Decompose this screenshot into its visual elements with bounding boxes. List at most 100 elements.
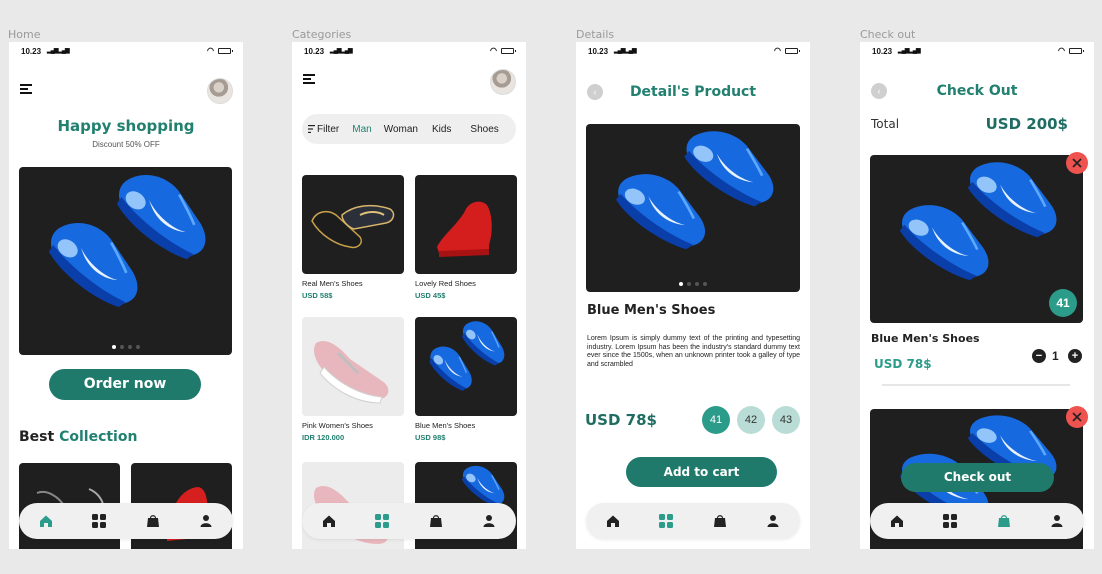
- product-card[interactable]: Lovely Red Shoes USD 45$: [415, 175, 517, 300]
- cart-item-price: USD 78$: [874, 357, 932, 371]
- blue-shoes-image: [36, 167, 225, 317]
- grid-icon[interactable]: [91, 513, 107, 529]
- avatar[interactable]: [207, 78, 233, 104]
- carousel-dots[interactable]: [111, 345, 140, 349]
- status-bar: 10.23 ▂▄▆ ▂▄▆ ◠: [860, 42, 1094, 60]
- remove-item-icon[interactable]: [1066, 406, 1088, 428]
- product-image: [302, 317, 404, 416]
- user-icon[interactable]: [765, 513, 781, 529]
- section-heading: Best Collection: [19, 429, 137, 445]
- remove-item-icon[interactable]: [1066, 152, 1088, 174]
- bag-icon[interactable]: [428, 513, 444, 529]
- battery-icon: [501, 47, 516, 54]
- product-price: USD 78$: [585, 411, 657, 429]
- checkout-button[interactable]: Check out: [901, 463, 1054, 492]
- home-icon[interactable]: [38, 513, 54, 529]
- wifi-icon: ◠: [1058, 46, 1065, 55]
- bottom-nav: [302, 503, 516, 539]
- categories-screen: 10.23 ▂▄▆ ▂▄▆ ◠ Filter Man Woman Kids Sh…: [292, 42, 526, 549]
- order-now-button[interactable]: Order now: [49, 369, 201, 400]
- product-price: USD 58$: [302, 291, 333, 300]
- product-price: USD 45$: [415, 291, 446, 300]
- filter-button[interactable]: Filter: [308, 124, 339, 135]
- product-image[interactable]: [586, 124, 800, 292]
- user-icon[interactable]: [198, 513, 214, 529]
- battery-icon: [218, 47, 233, 54]
- product-name: Blue Men's Shoes: [587, 303, 716, 318]
- status-bar: 10.23 ▂▄▆ ▂▄▆ ◠: [9, 42, 243, 60]
- avatar[interactable]: [490, 69, 516, 95]
- wifi-icon: ◠: [207, 46, 214, 55]
- home-icon[interactable]: [605, 513, 621, 529]
- home-icon[interactable]: [321, 513, 337, 529]
- add-to-cart-button[interactable]: Add to cart: [626, 457, 777, 487]
- size-option[interactable]: 43: [772, 406, 800, 434]
- product-name: Real Men's Shoes: [302, 279, 363, 288]
- status-time: 10.23: [21, 47, 42, 56]
- frame-label-home: Home: [8, 28, 41, 41]
- menu-icon[interactable]: [20, 84, 32, 94]
- user-icon[interactable]: [1049, 513, 1065, 529]
- grid-icon[interactable]: [658, 513, 674, 529]
- signal-icon: ▂▄▆ ▂▄▆: [330, 48, 353, 54]
- product-card[interactable]: Blue Men's Shoes USD 98$: [415, 317, 517, 442]
- status-time: 10.23: [588, 47, 609, 56]
- divider: [882, 384, 1070, 386]
- home-subtitle: Discount 50% OFF: [92, 140, 160, 149]
- frame-label-checkout: Check out: [860, 28, 916, 41]
- frame-label-categories: Categories: [292, 28, 352, 41]
- product-name: Blue Men's Shoes: [415, 421, 476, 430]
- status-bar: 10.23 ▂▄▆ ▂▄▆ ◠: [576, 42, 810, 60]
- bag-icon[interactable]: [145, 513, 161, 529]
- bottom-nav: [870, 503, 1084, 539]
- signal-icon: ▂▄▆ ▂▄▆: [614, 48, 637, 54]
- filter-label: Filter: [317, 123, 340, 135]
- product-card[interactable]: Pink Women's Shoes IDR 120.000: [302, 317, 404, 442]
- home-title: Happy shopping: [57, 117, 195, 135]
- bag-icon[interactable]: [712, 513, 728, 529]
- blue-shoes-image: [603, 124, 793, 258]
- grid-icon[interactable]: [942, 513, 958, 529]
- details-screen: 10.23 ▂▄▆ ▂▄▆ ◠ ‹ Detail's Product Blue …: [576, 42, 810, 549]
- dark-sneakers-image: [311, 204, 395, 249]
- bag-icon[interactable]: [996, 513, 1012, 529]
- user-icon[interactable]: [481, 513, 497, 529]
- menu-icon[interactable]: [303, 74, 315, 84]
- total-label: Total: [871, 117, 900, 131]
- quantity-value: 1: [1052, 349, 1059, 363]
- blue-cleats-image: [423, 317, 514, 396]
- red-boot-image: [437, 201, 492, 257]
- filter-icon: [308, 125, 315, 133]
- wifi-icon: ◠: [774, 46, 781, 55]
- grid-icon[interactable]: [374, 513, 390, 529]
- wifi-icon: ◠: [490, 46, 497, 55]
- home-icon[interactable]: [889, 513, 905, 529]
- size-option[interactable]: 41: [702, 406, 730, 434]
- carousel-dots[interactable]: [679, 282, 707, 286]
- total-value: USD 200$: [985, 115, 1068, 133]
- signal-icon: ▂▄▆ ▂▄▆: [898, 48, 921, 54]
- size-option[interactable]: 42: [737, 406, 765, 434]
- product-image: [415, 317, 517, 416]
- increase-quantity-button[interactable]: +: [1068, 349, 1082, 363]
- tab-shoes[interactable]: Shoes: [470, 124, 498, 135]
- cart-item-image[interactable]: 41: [870, 155, 1083, 323]
- tab-kids[interactable]: Kids: [432, 124, 451, 135]
- checkout-screen: 10.23 ▂▄▆ ▂▄▆ ◠ ‹ Check Out Total USD 20…: [860, 42, 1094, 549]
- status-time: 10.23: [304, 47, 325, 56]
- battery-icon: [785, 47, 800, 54]
- cart-item-name: Blue Men's Shoes: [871, 332, 980, 345]
- tab-man[interactable]: Man: [352, 124, 371, 135]
- decrease-quantity-button[interactable]: −: [1032, 349, 1046, 363]
- filter-bar: Filter Man Woman Kids Shoes: [302, 114, 516, 144]
- product-card[interactable]: Real Men's Shoes USD 58$: [302, 175, 404, 300]
- section-heading-prefix: Best: [19, 429, 60, 445]
- hero-banner[interactable]: [19, 167, 232, 355]
- size-badge: 41: [1049, 289, 1077, 317]
- status-bar: 10.23 ▂▄▆ ▂▄▆ ◠: [292, 42, 526, 60]
- tab-woman[interactable]: Woman: [384, 124, 418, 135]
- pink-sneaker-image: [314, 340, 389, 404]
- product-image: [415, 175, 517, 274]
- page-title: Check Out: [936, 83, 1018, 99]
- status-time: 10.23: [872, 47, 893, 56]
